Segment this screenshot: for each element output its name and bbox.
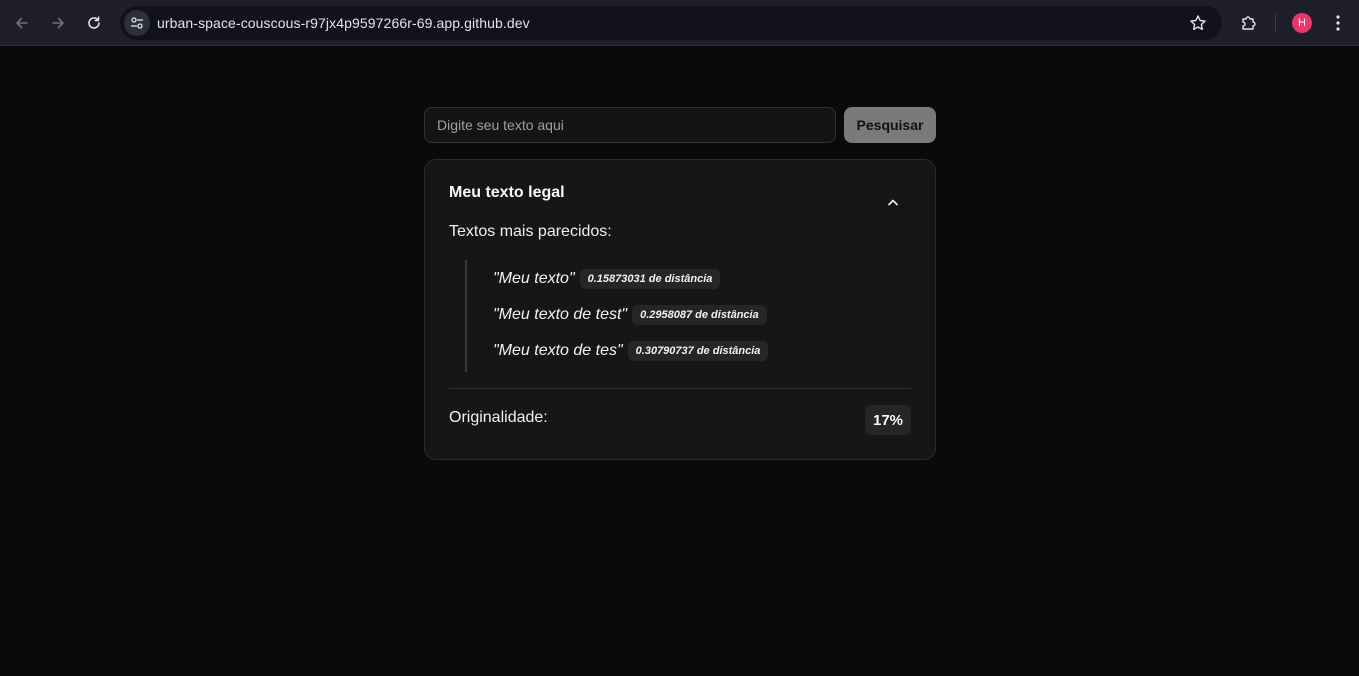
chevron-up-icon [888, 199, 898, 206]
card-title: Meu texto legal [449, 184, 565, 201]
more-vertical-icon [1336, 15, 1340, 31]
url-text[interactable]: urban-space-couscous-r97jx4p9597266r-69.… [157, 15, 530, 31]
similar-text: "Meu texto de tes" [493, 342, 623, 359]
similar-texts-label: Textos mais parecidos: [449, 223, 612, 240]
reload-button[interactable] [79, 8, 109, 38]
profile-avatar[interactable]: H [1292, 13, 1312, 33]
site-info-button[interactable] [124, 10, 150, 36]
distance-badge: 0.2958087 de distância [632, 305, 767, 325]
distance-badge: 0.30790737 de distância [627, 341, 769, 361]
result-card: Meu texto legal Textos mais parecidos: "… [424, 159, 936, 460]
puzzle-icon [1242, 16, 1256, 30]
forward-button[interactable] [43, 8, 73, 38]
distance-badge: 0.15873031 de distância [579, 269, 721, 289]
star-icon [1190, 15, 1206, 31]
similar-text: "Meu texto de test" [493, 306, 628, 323]
list-item: "Meu texto" 0.15873031 de distância [493, 269, 721, 289]
reload-icon [88, 16, 100, 29]
extensions-button[interactable] [1234, 8, 1264, 38]
search-button[interactable]: Pesquisar [844, 107, 936, 143]
address-bar[interactable]: urban-space-couscous-r97jx4p9597266r-69.… [120, 6, 1222, 40]
list-item: "Meu texto de tes" 0.30790737 de distânc… [493, 341, 769, 361]
browser-toolbar: urban-space-couscous-r97jx4p9597266r-69.… [0, 0, 1359, 46]
collapse-button[interactable] [883, 192, 903, 212]
originality-value: 17% [865, 405, 911, 435]
tune-icon [131, 17, 143, 29]
similar-texts-list: "Meu texto" 0.15873031 de distância "Meu… [465, 260, 907, 372]
bookmark-button[interactable] [1184, 9, 1212, 37]
back-button[interactable] [7, 8, 37, 38]
originality-label: Originalidade: [449, 409, 548, 426]
divider [449, 388, 911, 389]
arrow-left-icon [16, 17, 28, 29]
list-item: "Meu texto de test" 0.2958087 de distânc… [493, 305, 767, 325]
toolbar-separator [1275, 14, 1276, 32]
browser-menu-button[interactable] [1326, 8, 1350, 38]
arrow-right-icon [52, 17, 64, 29]
similar-text: "Meu texto" [493, 270, 575, 287]
search-input[interactable] [424, 107, 836, 143]
